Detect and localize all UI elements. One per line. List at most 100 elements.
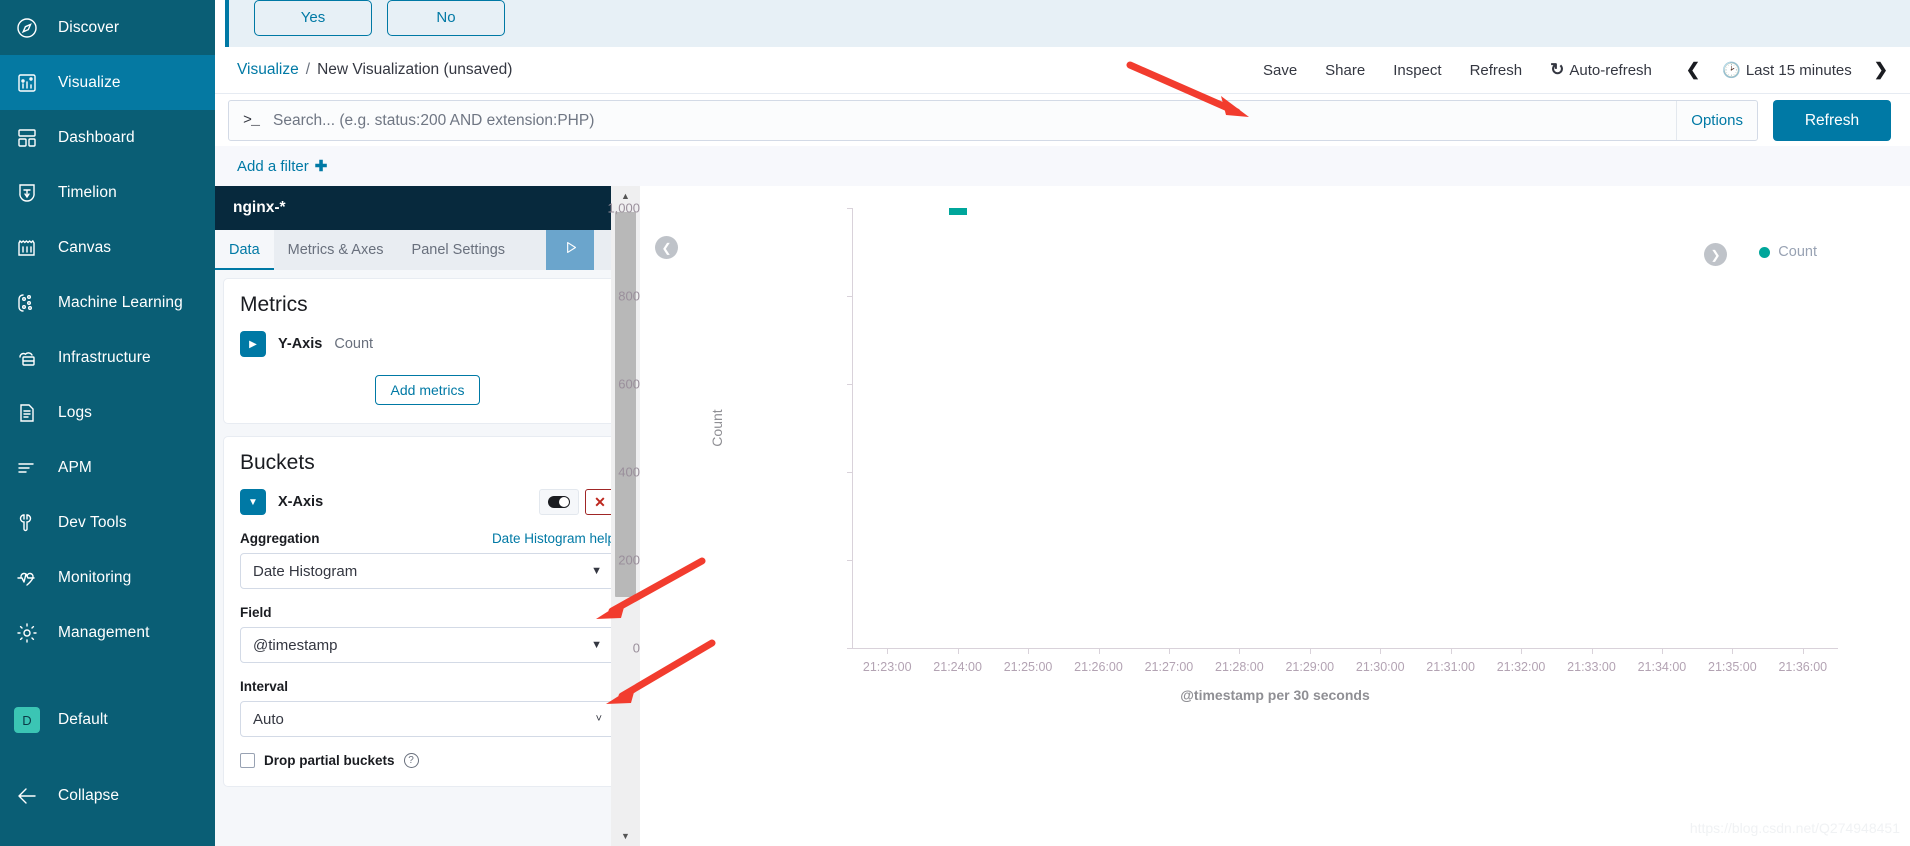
editor-scrollbar[interactable]: ▲ ▼ xyxy=(611,186,640,846)
banner-yes-button[interactable]: Yes xyxy=(254,0,372,36)
header-actions: Save Share Inspect Refresh ↻ Auto-refres… xyxy=(1263,60,1888,80)
sidebar-item-dev-tools[interactable]: Dev Tools xyxy=(0,495,215,550)
sidebar-item-discover[interactable]: Discover xyxy=(0,0,215,55)
sidebar-item-visualize[interactable]: Visualize xyxy=(0,55,215,110)
x-tick-label: 21:36:00 xyxy=(1778,660,1828,674)
x-tick-label: 21:33:00 xyxy=(1567,660,1616,674)
y-tick-mark xyxy=(847,296,853,297)
x-tick-label: 21:23:00 xyxy=(862,660,912,674)
triangle-down-icon[interactable]: ▼ xyxy=(611,826,640,846)
x-tick-label: 21:28:00 xyxy=(1215,660,1264,674)
save-button[interactable]: Save xyxy=(1263,62,1297,79)
x-tick-label: 21:32:00 xyxy=(1496,660,1546,674)
tab-panel-settings[interactable]: Panel Settings xyxy=(398,230,520,270)
tab-metrics-and-axes[interactable]: Metrics & Axes xyxy=(274,230,398,270)
y-axis-title: Count xyxy=(709,409,725,447)
share-button[interactable]: Share xyxy=(1325,62,1365,79)
refresh-action-button[interactable]: Refresh xyxy=(1470,62,1523,79)
sidebar-item-management[interactable]: Management xyxy=(0,605,215,660)
sidebar-item-canvas[interactable]: Canvas xyxy=(0,220,215,275)
sidebar-item-label: Visualize xyxy=(58,73,121,91)
sidebar-item-label: Discover xyxy=(58,18,120,36)
visibility-toggle-icon[interactable] xyxy=(539,489,579,515)
x-tick-mark xyxy=(1450,648,1452,654)
x-tick-label: 21:26:00 xyxy=(1074,660,1123,674)
time-navigation: ❮ 🕑 Last 15 minutes ❯ xyxy=(1686,60,1888,80)
x-tick-label: 21:31:00 xyxy=(1426,660,1475,674)
visualization-editor-panel: nginx-* Data Metrics & Axes Panel Settin… xyxy=(215,186,640,846)
time-range-button[interactable]: 🕑 Last 15 minutes xyxy=(1722,61,1852,80)
inspect-button[interactable]: Inspect xyxy=(1393,62,1441,79)
time-range-label: Last 15 minutes xyxy=(1745,61,1852,79)
add-filter-button[interactable]: Add a filter ✚ xyxy=(237,157,328,176)
interval-label: Interval xyxy=(240,679,289,694)
sidebar-item-label: Logs xyxy=(58,403,93,421)
sidebar-item-space-default[interactable]: D Default xyxy=(0,698,215,742)
apply-changes-button[interactable] xyxy=(546,230,594,270)
heartbeat-icon xyxy=(14,565,40,591)
search-input[interactable] xyxy=(273,111,1677,130)
sidebar-item-label: APM xyxy=(58,458,92,476)
x-tick-mark xyxy=(1732,648,1734,654)
chevron-left-icon[interactable]: ❮ xyxy=(1686,60,1700,80)
question-circle-icon[interactable]: ? xyxy=(403,753,419,768)
sidebar-item-label: Dev Tools xyxy=(58,513,127,531)
auto-refresh-button[interactable]: ↻ Auto-refresh xyxy=(1550,60,1652,80)
breadcrumb: Visualize / New Visualization (unsaved) xyxy=(237,61,512,79)
chevron-down-icon: ˅ xyxy=(595,713,602,725)
search-field-wrapper[interactable]: >_ Options xyxy=(228,100,1758,141)
sidebar-item-dashboard[interactable]: Dashboard xyxy=(0,110,215,165)
refresh-circle-icon: ↻ xyxy=(1550,60,1565,79)
banner-no-button[interactable]: No xyxy=(387,0,505,36)
visualization-chart-panel: ❮ ❯ Count 0 200 400 600 800 1,000 21:23:00 21:… xyxy=(607,186,1910,846)
caret-right-icon[interactable]: ▶ xyxy=(240,331,266,357)
chart-plot-region: 0 200 400 600 800 1,000 21:23:00 21:24:00 21:25… xyxy=(607,186,1910,846)
x-tick-label: 21:27:00 xyxy=(1144,660,1194,674)
infrastructure-icon xyxy=(14,345,40,371)
sidebar-item-infrastructure[interactable]: Infrastructure xyxy=(0,330,215,385)
gear-icon xyxy=(14,620,40,646)
timelion-shield-icon xyxy=(14,180,40,206)
query-options-button[interactable]: Options xyxy=(1676,101,1743,140)
notification-banner: Yes No xyxy=(225,0,1910,47)
tab-data[interactable]: Data xyxy=(215,230,274,270)
scrollbar-thumb[interactable] xyxy=(615,212,636,597)
y-tick-label: 600 xyxy=(618,376,640,392)
query-bar: >_ Options Refresh xyxy=(215,94,1910,146)
chevron-right-icon[interactable]: ❯ xyxy=(1874,60,1888,80)
bucket-agg-name: X-Axis xyxy=(278,494,324,510)
y-tick-mark xyxy=(847,208,853,209)
filter-bar: Add a filter ✚ xyxy=(215,146,1910,186)
sidebar-collapse-button[interactable]: Collapse xyxy=(0,774,215,818)
caret-down-icon[interactable]: ▼ xyxy=(240,489,266,515)
app-header: Visualize / New Visualization (unsaved) … xyxy=(215,47,1910,94)
breadcrumb-current: New Visualization (unsaved) xyxy=(317,61,513,78)
date-histogram-help-link[interactable]: Date Histogram help xyxy=(492,531,615,546)
play-triangle-icon xyxy=(562,239,579,261)
sidebar-item-logs[interactable]: Logs xyxy=(0,385,215,440)
field-select-value: @timestamp xyxy=(253,636,338,654)
sidebar-item-machine-learning[interactable]: Machine Learning xyxy=(0,275,215,330)
metric-agg-value: Count xyxy=(334,336,374,352)
y-axis-line xyxy=(852,208,853,648)
buckets-card: Buckets ▼ X-Axis ✕ Aggregation Date Hist… xyxy=(223,436,632,787)
refresh-query-button[interactable]: Refresh xyxy=(1773,100,1891,141)
plus-icon: ✚ xyxy=(314,158,328,175)
sidebar-item-timelion[interactable]: Timelion xyxy=(0,165,215,220)
sidebar-nav: Discover Visualize Dashboard Timelion Canvas… xyxy=(0,0,215,660)
interval-select[interactable]: Auto ˅ xyxy=(240,701,615,737)
breadcrumb-visualize[interactable]: Visualize xyxy=(237,61,299,79)
sidebar-item-apm[interactable]: APM xyxy=(0,440,215,495)
space-avatar: D xyxy=(14,707,40,733)
x-tick-mark xyxy=(1661,648,1663,654)
drop-partial-buckets-checkbox[interactable] xyxy=(240,753,255,768)
compass-icon xyxy=(14,15,40,41)
x-tick-mark xyxy=(1521,648,1523,654)
sidebar-item-label: Machine Learning xyxy=(58,293,183,311)
aggregation-label: Aggregation xyxy=(240,531,320,546)
interval-select-value: Auto xyxy=(253,710,284,728)
sidebar-item-label: Timelion xyxy=(58,183,117,201)
x-tick-mark xyxy=(1098,648,1100,654)
sidebar-item-monitoring[interactable]: Monitoring xyxy=(0,550,215,605)
metric-row-y-axis[interactable]: ▶ Y-Axis Count xyxy=(240,331,615,357)
